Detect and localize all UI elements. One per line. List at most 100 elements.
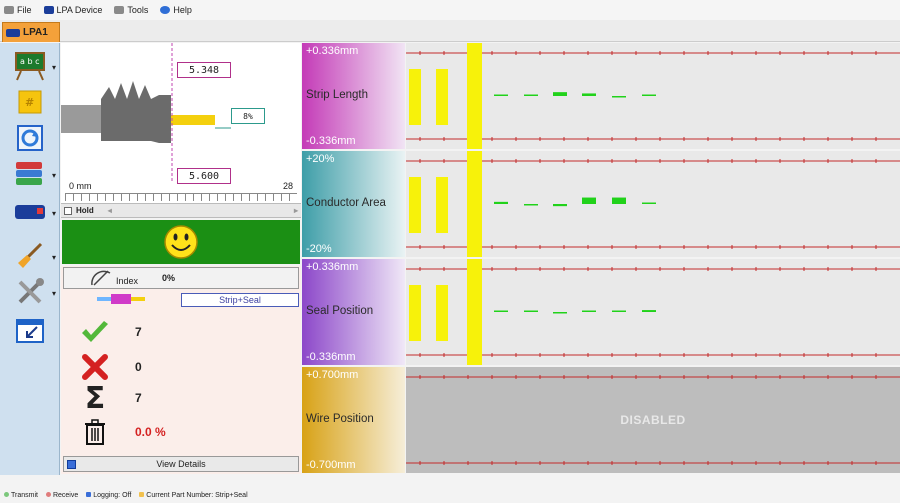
wire-position-chart: +0.700mm Wire Position -0.700mm DISABLED: [302, 367, 900, 473]
device-button[interactable]: ▾: [12, 195, 56, 229]
plot-area: [406, 151, 900, 257]
bad-count: 0: [135, 360, 142, 374]
index-value: 0%: [162, 273, 176, 283]
chart-label-panel: +0.700mm Wire Position -0.700mm: [302, 367, 405, 473]
tab-lpa1[interactable]: LPA1: [2, 22, 60, 42]
statistics-panel: Index 0% Strip+Seal 7 0 Σ 7 0.0 % View D…: [61, 266, 301, 474]
data-bar: [642, 310, 656, 312]
scrap-percent: 0.0 %: [135, 425, 166, 439]
chart-upper-limit: +0.336mm: [306, 261, 359, 273]
data-bar: [553, 312, 567, 314]
data-bar: [553, 92, 567, 96]
data-bar: [612, 310, 626, 312]
scrap-row: 0.0 %: [79, 418, 166, 446]
settings-button[interactable]: ▾: [12, 275, 56, 309]
broom-icon: [18, 242, 43, 268]
teach-button[interactable]: a b c ▾: [12, 49, 56, 83]
chevron-down-icon: ▾: [51, 209, 56, 218]
hold-checkbox[interactable]: [64, 206, 72, 215]
data-bar: [612, 96, 626, 98]
smiley-icon: [164, 225, 198, 259]
device-icon: [6, 28, 20, 37]
scale-end: 28: [282, 181, 293, 191]
chalkboard-icon: a b c: [15, 52, 45, 81]
chart-svg: [406, 43, 900, 149]
data-bar: [582, 197, 596, 204]
refresh-icon: [17, 125, 43, 151]
log-icon: [86, 491, 92, 497]
window-button[interactable]: [12, 315, 48, 349]
yellow-marker: [436, 177, 448, 233]
menu-lpa-device[interactable]: LPA Device: [43, 5, 102, 15]
chart-title: Conductor Area: [306, 197, 386, 209]
disabled-label: DISABLED: [620, 413, 686, 427]
data-bar: [494, 201, 508, 204]
data-bar: [582, 93, 596, 96]
hold-label: Hold: [76, 206, 94, 215]
scale-start: 0 mm: [69, 181, 92, 191]
tools-icon: [18, 278, 44, 304]
conductor-area-chart: +20% Conductor Area -20%: [302, 151, 900, 257]
scroll-left-icon[interactable]: ◂: [108, 206, 112, 215]
total-count: 7: [135, 391, 142, 405]
chart-lower-limit: -0.700mm: [306, 459, 356, 471]
conductor-callout: 8%: [231, 108, 265, 124]
clean-button[interactable]: ▾: [12, 239, 56, 273]
menu-tools[interactable]: Tools: [114, 5, 148, 15]
plot-area: DISABLED: [406, 367, 900, 473]
protractor-icon: [91, 270, 111, 286]
chevron-down-icon: ▾: [51, 253, 56, 262]
sigma-icon: Σ: [84, 380, 106, 416]
scroll-right-icon[interactable]: ▸: [294, 206, 298, 215]
index-row: Index 0%: [63, 267, 299, 289]
yellow-band: [467, 151, 482, 257]
led-icon: [4, 491, 9, 497]
hold-bar: Hold ◂ ▸: [61, 203, 301, 218]
receive-indicator: Receive: [45, 491, 78, 499]
yellow-marker: [409, 285, 421, 341]
chart-label-panel: +0.336mm Seal Position -0.336mm: [302, 259, 405, 365]
tools-icon: [114, 6, 125, 14]
chart-title: Wire Position: [306, 413, 374, 425]
status-bar: Transmit Receive Logging: Off Current Pa…: [0, 487, 900, 503]
data-bar: [494, 94, 508, 96]
yellow-marker: [436, 69, 448, 125]
chart-label-panel: +0.336mm Strip Length -0.336mm: [302, 43, 405, 149]
notes-button[interactable]: #: [12, 85, 48, 119]
chart-label-panel: +20% Conductor Area -20%: [302, 151, 405, 257]
bad-count-row: 0: [79, 353, 142, 381]
file-icon: [4, 6, 14, 14]
view-details-button[interactable]: View Details: [63, 456, 299, 472]
yellow-band: [467, 259, 482, 365]
logging-status[interactable]: Logging: Off: [86, 491, 131, 499]
chart-lower-limit: -0.336mm: [306, 135, 356, 147]
data-bar: [642, 94, 656, 96]
data-bar: [524, 204, 538, 206]
data-bar: [582, 310, 596, 312]
help-icon: [160, 6, 171, 14]
strip-length-callout: 5.348: [177, 62, 231, 78]
data-bar: [524, 94, 538, 96]
part-number-button[interactable]: Strip+Seal: [181, 293, 299, 307]
refresh-button[interactable]: [12, 121, 48, 155]
library-button[interactable]: ▾: [12, 157, 56, 191]
data-bar: [494, 310, 508, 312]
chevron-down-icon: ▾: [51, 171, 56, 180]
chart-svg: [406, 151, 900, 257]
menu-help[interactable]: Help: [160, 5, 192, 15]
good-count: 7: [135, 325, 142, 339]
mm-ruler: [65, 193, 297, 201]
red-x-icon: [79, 353, 111, 381]
good-count-row: 7: [79, 318, 142, 346]
left-toolbar: a b c ▾ # ▾ ▾ ▾ ▾: [0, 43, 60, 475]
index-label: Index: [116, 276, 139, 286]
menu-file[interactable]: File: [4, 5, 32, 15]
chart-title: Seal Position: [306, 305, 374, 317]
menu-bar: File LPA Device Tools Help: [0, 0, 900, 20]
minimize-window-icon: [16, 319, 44, 343]
chart-title: Strip Length: [306, 89, 369, 101]
total-count-row: Σ 7: [79, 380, 142, 416]
yellow-band: [467, 43, 482, 149]
details-icon: [67, 460, 76, 469]
data-bar: [524, 310, 538, 312]
